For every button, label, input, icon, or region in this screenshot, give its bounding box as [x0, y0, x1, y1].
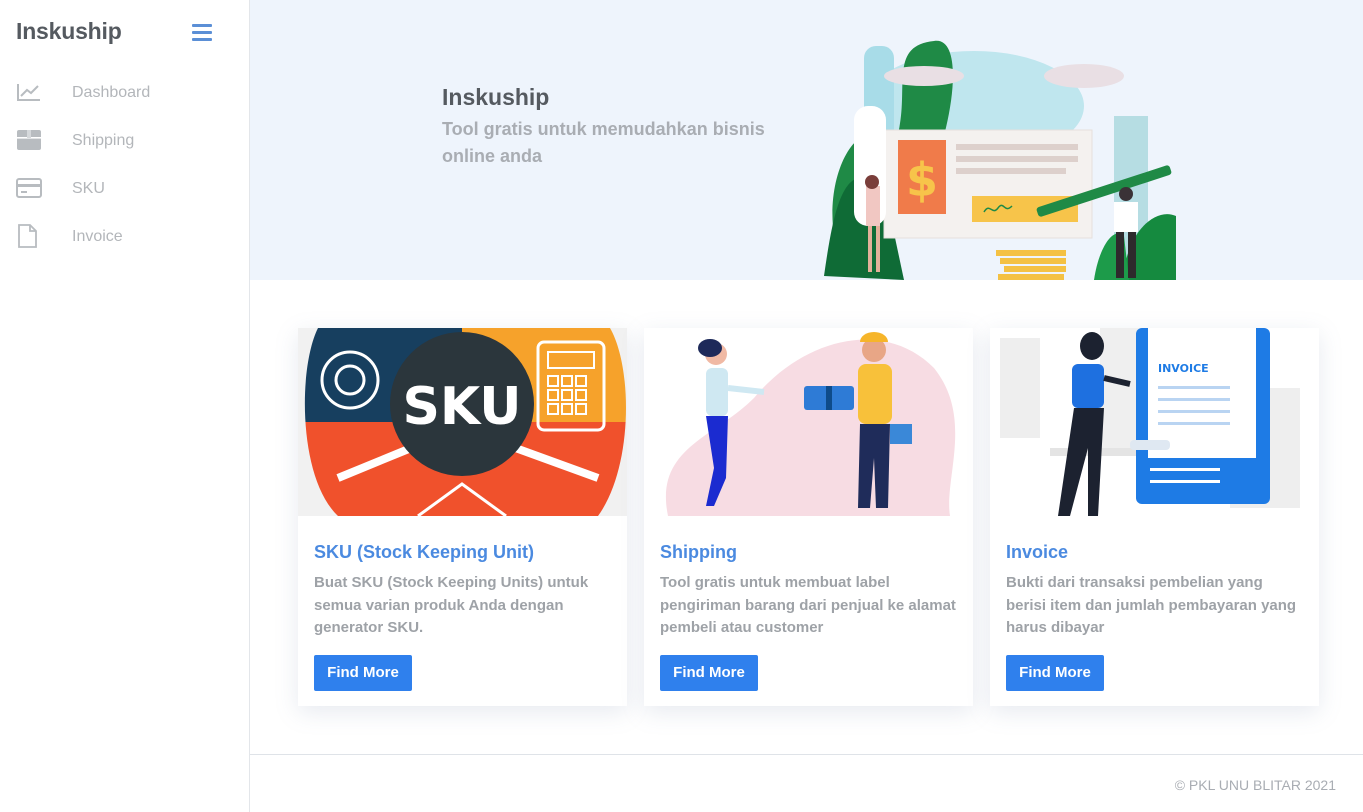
sku-illustration: SKU	[298, 328, 627, 516]
find-more-button[interactable]: Find More	[314, 655, 412, 691]
invoice-illustration: INVOICE $	[990, 328, 1319, 516]
svg-text:$: $	[906, 153, 938, 207]
sidebar-item-label: Invoice	[72, 228, 123, 245]
invoice-illustration-text: INVOICE	[1158, 362, 1209, 375]
card-description: Buat SKU (Stock Keeping Units) untuk sem…	[314, 574, 589, 636]
credit-card-icon	[16, 178, 42, 198]
box-icon	[17, 130, 41, 150]
find-more-button[interactable]: Find More	[1006, 655, 1104, 691]
sidebar-item-invoice[interactable]: Invoice	[0, 212, 249, 260]
card-shipping: Shipping Tool gratis untuk membuat label…	[644, 328, 973, 706]
sidebar-item-label: Shipping	[72, 132, 135, 149]
card-description: Tool gratis untuk membuat label pengirim…	[660, 574, 956, 636]
sidebar: Inskuship Dashboard Shipping SKU Invoice	[0, 0, 250, 812]
card-title: Invoice	[1006, 542, 1069, 562]
hero-title: Inskuship	[442, 84, 550, 110]
chart-line-icon	[17, 84, 40, 101]
main-content: Inskuship Tool gratis untuk memudahkan b…	[250, 0, 1363, 812]
shipping-illustration	[644, 328, 973, 516]
brand-logo[interactable]: Inskuship	[16, 18, 122, 45]
sidebar-item-sku[interactable]: SKU	[0, 164, 249, 212]
sidebar-item-shipping[interactable]: Shipping	[0, 116, 249, 164]
find-more-button[interactable]: Find More	[660, 655, 758, 691]
footer-copyright: © PKL UNU BLITAR 2021	[1174, 777, 1336, 793]
sidebar-item-dashboard[interactable]: Dashboard	[0, 68, 249, 116]
card-description: Bukti dari transaksi pembelian yang beri…	[1006, 574, 1297, 636]
document-icon	[18, 224, 37, 248]
app-root: Inskuship Dashboard Shipping SKU Invoice…	[0, 0, 1363, 812]
card-title: SKU (Stock Keeping Unit)	[314, 542, 535, 562]
sidebar-item-label: SKU	[72, 180, 105, 197]
card-invoice: INVOICE $ Invoice Bukti dari transaksi p…	[990, 328, 1319, 706]
hero-illustration: $	[824, 40, 1176, 280]
svg-text:$: $	[1230, 433, 1244, 457]
feature-cards: SKU SKU (Stock Keeping Unit) Buat SKU (S…	[298, 328, 1320, 708]
sidebar-item-label: Dashboard	[72, 84, 151, 101]
hero-banner: Inskuship Tool gratis untuk memudahkan b…	[250, 0, 1363, 280]
hamburger-menu-icon[interactable]	[192, 24, 212, 42]
sku-illustration-text: SKU	[402, 377, 521, 437]
card-title: Shipping	[660, 542, 737, 562]
hero-subtitle: Tool gratis untuk memudahkan bisnis onli…	[442, 119, 765, 166]
footer-divider	[250, 754, 1363, 755]
card-sku: SKU SKU (Stock Keeping Unit) Buat SKU (S…	[298, 328, 627, 706]
sidebar-nav: Dashboard Shipping SKU Invoice	[0, 68, 249, 260]
